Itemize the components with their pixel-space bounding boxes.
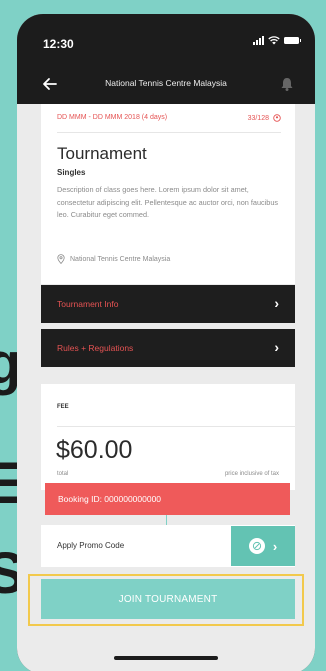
venue-label: National Tennis Centre Malaysia xyxy=(70,255,171,263)
promo-row[interactable]: Apply Promo Code › xyxy=(41,525,295,567)
event-card: DD MMM - DD MMM 2018 (4 days) 33/128 Tou… xyxy=(41,104,295,284)
event-dates: DD MMM - DD MMM 2018 (4 days) xyxy=(57,114,168,121)
booking-id-banner: Booking ID: 000000000000 xyxy=(45,483,290,515)
tournament-info-label: Tournament Info xyxy=(57,299,119,309)
nav-title: National Tennis Centre Malaysia xyxy=(105,78,227,88)
home-indicator[interactable] xyxy=(114,656,218,660)
coupon-icon xyxy=(248,538,265,554)
chevron-right-icon: › xyxy=(274,339,279,355)
divider xyxy=(57,132,281,133)
signal-icon xyxy=(253,36,264,45)
rules-regulations-row[interactable]: Rules + Regulations › xyxy=(41,329,295,367)
bell-icon[interactable] xyxy=(279,76,295,92)
event-date-row: DD MMM - DD MMM 2018 (4 days) 33/128 xyxy=(57,114,281,122)
fee-label: FEE xyxy=(57,404,69,410)
app-screen: 12:30 National Tennis Centre Malaysia DD… xyxy=(17,14,315,671)
status-time: 12:30 xyxy=(43,37,74,51)
fee-tax-note: price inclusive of tax xyxy=(224,471,279,477)
fee-card: FEE $60.00 total price inclusive of tax xyxy=(41,384,295,490)
fee-total-label: total xyxy=(57,471,69,477)
nav-bar: National Tennis Centre Malaysia xyxy=(17,66,315,104)
booking-id-text: Booking ID: 000000000000 xyxy=(58,494,162,504)
fee-price: $60.00 xyxy=(56,436,133,464)
promo-label: Apply Promo Code xyxy=(57,541,125,550)
divider xyxy=(57,426,295,427)
event-capacity-wrap: 33/128 xyxy=(248,114,281,122)
event-category: Singles xyxy=(57,168,86,177)
rules-regulations-label: Rules + Regulations xyxy=(57,343,134,353)
event-title: Tournament xyxy=(57,144,147,163)
status-icons xyxy=(253,36,301,45)
event-capacity: 33/128 xyxy=(247,114,269,122)
promo-apply-button[interactable]: › xyxy=(231,526,295,566)
chevron-right-icon: › xyxy=(272,538,278,554)
location-pin-icon xyxy=(57,254,65,264)
wifi-icon xyxy=(268,36,280,45)
phone-frame: 12:30 National Tennis Centre Malaysia DD… xyxy=(17,14,315,671)
tournament-info-row[interactable]: Tournament Info › xyxy=(41,285,295,323)
connector-line xyxy=(166,515,167,525)
chevron-right-icon: › xyxy=(274,295,279,311)
user-icon xyxy=(273,114,281,122)
event-venue[interactable]: National Tennis Centre Malaysia xyxy=(57,254,170,264)
battery-icon xyxy=(284,37,301,44)
status-bar: 12:30 xyxy=(17,14,315,66)
event-description: Description of class goes here. Lorem ip… xyxy=(57,185,279,219)
join-tournament-button[interactable]: JOIN TOURNAMENT xyxy=(41,579,295,619)
